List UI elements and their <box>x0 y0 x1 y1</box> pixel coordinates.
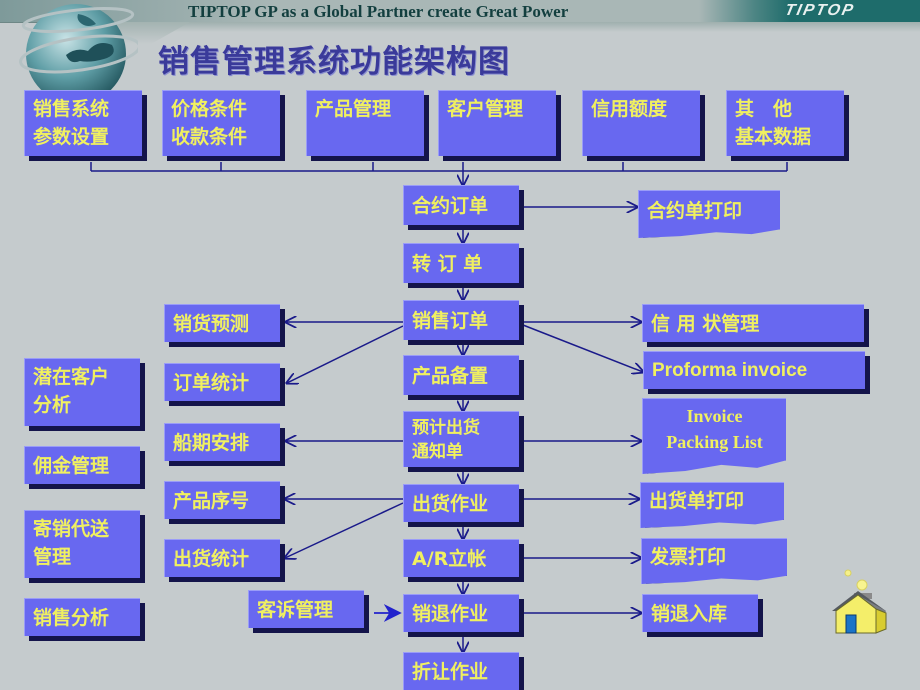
far-left-commission-mgmt[interactable]: 佣金管理 <box>24 446 140 484</box>
left-serial-no[interactable]: 产品序号 <box>164 481 280 519</box>
home-icon[interactable] <box>828 565 892 637</box>
box-line: 出货统计 <box>173 547 250 570</box>
box-line: 分析 <box>33 394 72 416</box>
box-line: 发票打印 <box>650 546 727 568</box>
box-line: 销货预测 <box>173 312 250 335</box>
box-line: 销售系统 <box>33 98 110 120</box>
box-line: 价格条件 <box>171 98 248 120</box>
flow-product-prep[interactable]: 产品备置 <box>403 355 519 395</box>
right-shipping-print[interactable]: 出货单打印 <box>640 482 784 528</box>
flow-discount-op[interactable]: 折让作业 <box>403 652 519 690</box>
box-line: 出货单打印 <box>649 490 745 512</box>
arrow-to-ship-stats <box>285 502 404 558</box>
flow-contract-order[interactable]: 合约订单 <box>403 185 519 225</box>
box-line: 产品序号 <box>173 489 250 512</box>
right-lc-mgmt[interactable]: 信 用 状管理 <box>642 304 864 342</box>
flow-shipping-notice[interactable]: 预计出货 通知单 <box>403 411 519 467</box>
far-left-sales-analysis[interactable]: 销售分析 <box>24 598 140 636</box>
box-line: 参数设置 <box>33 126 110 148</box>
right-invoice-print[interactable]: 发票打印 <box>641 538 787 584</box>
right-proforma-invoice[interactable]: Proforma invoice <box>643 351 865 389</box>
box-line: 管理 <box>33 546 72 568</box>
box-line: 寄销代送 <box>33 518 110 540</box>
box-line: 其 他 <box>735 98 793 120</box>
box-line: 转 订 单 <box>412 252 483 275</box>
box-line: 收款条件 <box>171 126 248 148</box>
box-line: Proforma invoice <box>652 359 808 381</box>
flow-shipping-op[interactable]: 出货作业 <box>403 484 519 522</box>
box-line: A/R立帐 <box>412 547 487 570</box>
flow-ar-posting[interactable]: A/R立帐 <box>403 539 519 577</box>
top-box-credit-limit[interactable]: 信用额度 <box>582 90 700 156</box>
box-line: 折让作业 <box>412 660 489 683</box>
right-invoice-packing[interactable]: Invoice Packing List <box>642 398 786 474</box>
box-line: 佣金管理 <box>33 454 110 477</box>
box-line: 通知单 <box>412 441 463 462</box>
box-line: 销退作业 <box>412 602 489 625</box>
globe-icon <box>19 4 138 100</box>
top-box-other-basic-data[interactable]: 其 他 基本数据 <box>726 90 844 156</box>
box-line: 潜在客户 <box>33 366 110 388</box>
box-line: 信 用 状管理 <box>651 312 760 335</box>
left-ship-stats[interactable]: 出货统计 <box>164 539 280 577</box>
box-line: 产品备置 <box>412 364 489 387</box>
top-box-price-terms[interactable]: 价格条件 收款条件 <box>162 90 280 156</box>
tagline: TIPTOP GP as a Global Partner create Gre… <box>188 2 569 21</box>
box-line: 出货作业 <box>412 492 489 515</box>
flow-sales-order[interactable]: 销售订单 <box>403 300 519 340</box>
box-line: 销售订单 <box>412 309 489 332</box>
top-box-customer-mgmt[interactable]: 客户管理 <box>438 90 556 156</box>
box-line: 产品管理 <box>315 98 392 120</box>
far-left-prospect-analysis[interactable]: 潜在客户 分析 <box>24 358 140 426</box>
right-contract-print[interactable]: 合约单打印 <box>638 190 780 238</box>
arrow-to-proforma <box>522 324 643 372</box>
box-line: 销售分析 <box>33 606 110 629</box>
box-line: Packing List <box>666 432 763 452</box>
far-left-consignment-mgmt[interactable]: 寄销代送 管理 <box>24 510 140 578</box>
box-line: 合约单打印 <box>647 200 743 222</box>
box-line: 客户管理 <box>447 98 524 120</box>
page-title: 销售管理系统功能架构图 <box>158 44 510 80</box>
flow-sales-return[interactable]: 销退作业 <box>403 594 519 632</box>
box-line: 销退入库 <box>651 602 728 625</box>
flow-convert-order[interactable]: 转 订 单 <box>403 243 519 283</box>
left-sales-forecast[interactable]: 销货预测 <box>164 304 280 342</box>
box-line: 基本数据 <box>735 126 812 148</box>
box-line: 信用额度 <box>591 98 668 120</box>
box-line: 船期安排 <box>173 431 250 454</box>
left-ship-schedule[interactable]: 船期安排 <box>164 423 280 461</box>
left-order-stats[interactable]: 订单统计 <box>164 363 280 401</box>
top-box-sales-params[interactable]: 销售系统 参数设置 <box>24 90 142 156</box>
box-line: 合约订单 <box>412 194 489 217</box>
left-complaint-mgmt[interactable]: 客诉管理 <box>248 590 364 628</box>
right-return-stock[interactable]: 销退入库 <box>642 594 758 632</box>
box-line: Invoice <box>686 406 743 426</box>
top-box-product-mgmt[interactable]: 产品管理 <box>306 90 424 156</box>
box-line: 预计出货 <box>412 417 480 438</box>
box-line: 订单统计 <box>173 371 250 394</box>
box-line: 客诉管理 <box>257 598 334 621</box>
brand-logo: TIPTOP <box>783 2 857 19</box>
header-strip <box>140 22 920 32</box>
arrow-to-order-stats <box>287 325 404 383</box>
